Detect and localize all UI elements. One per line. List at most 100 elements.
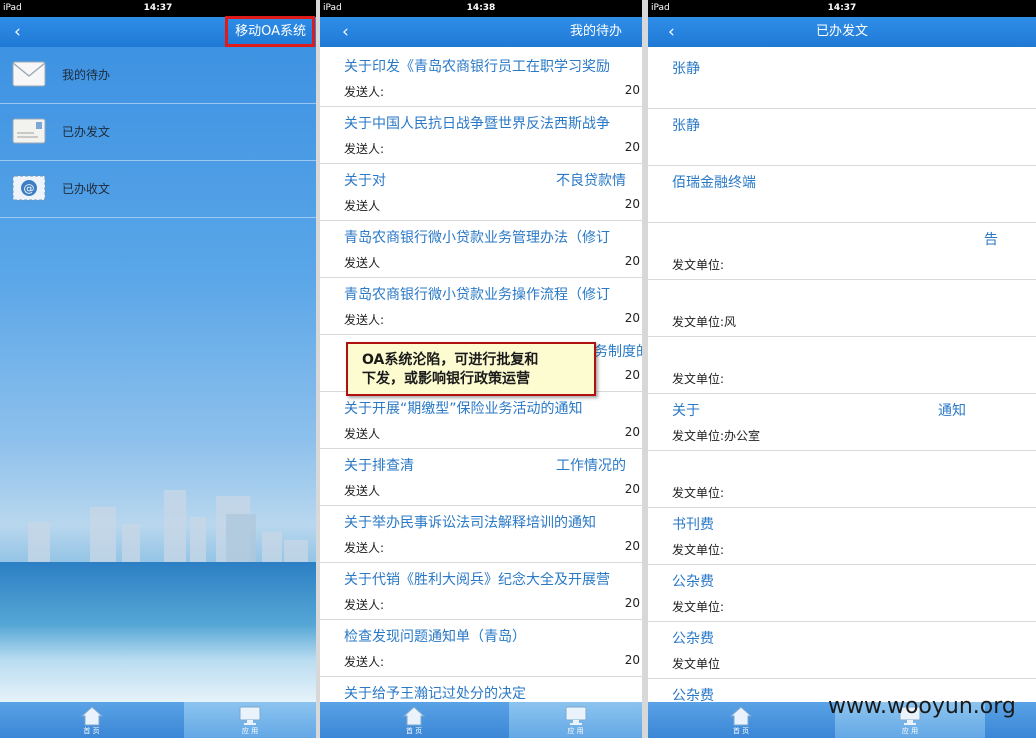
list-item[interactable]: 关于印发《青岛农商银行员工在职学习奖励 发送人: 20 — [320, 50, 642, 107]
menu-item-pending[interactable]: 我的待办 — [0, 47, 316, 104]
home-icon — [79, 705, 105, 727]
item-sender: 发送人: — [344, 541, 385, 555]
item-dept: 发文单位: — [672, 258, 725, 272]
chevron-left-icon[interactable]: ‹ — [342, 21, 349, 43]
callout-line: 下发，或影响银行政策运营 — [362, 371, 530, 387]
tab-label: 应 用 — [567, 727, 584, 735]
list-item[interactable]: 关于对 不良贷款情 发送人 20 — [320, 164, 642, 221]
city-skyline-image — [0, 472, 316, 562]
item-title: 检查发现问题通知单（青岛） — [344, 629, 526, 645]
item-title: 关于举办民事诉讼法司法解释培训的通知 — [344, 515, 596, 531]
nav-title: 我的待办 — [569, 24, 622, 39]
item-sender: 发送人 — [344, 256, 381, 270]
list-item[interactable]: 书刊费 发文单位: — [648, 508, 1036, 565]
tab-home[interactable]: 首 页 — [320, 702, 508, 738]
tab-apps[interactable]: 应 用 — [184, 702, 316, 738]
item-date: 20 — [624, 482, 640, 496]
item-title-tail: 务制度的 — [594, 344, 642, 360]
item-date: 20 — [624, 197, 640, 211]
list-item[interactable]: 青岛农商银行微小贷款业务管理办法（修订 发送人 20 — [320, 221, 642, 278]
item-title: 关于给予王瀚记过处分的决定 — [344, 686, 526, 702]
item-dept: 发文单位: — [672, 486, 725, 500]
status-bar: iPad 14:37 — [0, 0, 316, 17]
item-title: 佰瑞金融终端 — [672, 175, 756, 191]
watermark: www.wooyun.org — [828, 694, 1016, 719]
sent-docs-screen: iPad 14:37 ‹ 已办发文 张静 张静 佰瑞金融终端 告 发文单位: 发… — [648, 0, 1036, 738]
tab-bar: 首 页 应 用 — [0, 702, 316, 738]
list-item[interactable]: 张静 — [648, 109, 1036, 166]
at-mail-icon: @ — [12, 175, 46, 201]
item-title: 青岛农商银行微小贷款业务管理办法（修订 — [344, 230, 610, 246]
item-date: 20 — [624, 653, 640, 667]
menu-item-label: 已办发文 — [62, 125, 111, 139]
status-bar: iPad 14:37 — [648, 0, 1036, 17]
item-sender: 发送人: — [344, 598, 385, 612]
item-title: 公杂费 — [672, 574, 714, 590]
tab-label: 首 页 — [83, 727, 100, 735]
item-sender: 发送人: — [344, 313, 385, 327]
list-item[interactable]: 发文单位: — [648, 337, 1036, 394]
list-item[interactable]: 检查发现问题通知单（青岛） 发送人: 20 — [320, 620, 642, 677]
menu-item-label: 我的待办 — [62, 68, 111, 82]
list-item[interactable]: 关于中国人民抗日战争暨世界反法西斯战争 发送人: 20 — [320, 107, 642, 164]
item-sender: 发送人 — [344, 427, 381, 441]
item-title: 青岛农商银行微小贷款业务操作流程（修订 — [344, 287, 610, 303]
item-sender: 发送人: — [344, 85, 385, 99]
list-item[interactable]: 发文单位:风 — [648, 280, 1036, 337]
list-item[interactable]: 关于 通知 发文单位:办公室 — [648, 394, 1036, 451]
list-item[interactable]: 公杂费 发文单位: — [648, 565, 1036, 622]
item-sender: 发送人 — [344, 484, 381, 498]
tab-home[interactable]: 首 页 — [0, 702, 183, 738]
monitor-icon — [237, 705, 263, 727]
item-title-tail: 工作情况的 — [556, 458, 626, 474]
highlight-box — [225, 16, 315, 47]
item-date: 20 — [624, 425, 640, 439]
chevron-left-icon[interactable]: ‹ — [14, 21, 21, 43]
status-time: 14:38 — [466, 3, 496, 13]
item-title: 关于代销《胜利大阅兵》纪念大全及开展营 — [344, 572, 610, 588]
monitor-icon — [563, 705, 589, 727]
letter-icon — [12, 118, 46, 144]
list-item[interactable]: 关于排查清 工作情况的 发送人 20 — [320, 449, 642, 506]
item-date: 20 — [624, 83, 640, 97]
callout-line: OA系统沦陷，可进行批复和 — [362, 352, 539, 368]
nav-bar: ‹ 我的待办 — [320, 17, 642, 47]
list-item[interactable]: 告 发文单位: — [648, 223, 1036, 280]
status-time: 14:37 — [143, 3, 173, 13]
item-title: 关于开展“期缴型”保险业务活动的通知 — [344, 401, 583, 417]
item-date: 20 — [624, 140, 640, 154]
menu-item-received-docs[interactable]: @ 已办收文 — [0, 161, 316, 218]
item-dept: 发文单位: — [672, 543, 725, 557]
svg-text:@: @ — [24, 182, 35, 195]
item-sender: 发送人 — [344, 199, 381, 213]
annotation-callout: OA系统沦陷，可进行批复和 下发，或影响银行政策运营 — [346, 342, 596, 396]
list-item[interactable]: 关于开展“期缴型”保险业务活动的通知 发送人 20 — [320, 392, 642, 449]
list-item[interactable]: 关于代销《胜利大阅兵》纪念大全及开展营 发送人: 20 — [320, 563, 642, 620]
tab-label: 应 用 — [241, 727, 259, 735]
item-title: 书刊费 — [672, 517, 714, 533]
sea-image — [0, 562, 316, 702]
list-item[interactable]: 青岛农商银行微小贷款业务操作流程（修订 发送人: 20 — [320, 278, 642, 335]
nav-title: 已办发文 — [815, 24, 868, 39]
item-date: 20 — [624, 368, 640, 382]
tab-apps[interactable]: 应 用 — [509, 702, 642, 738]
list-item[interactable]: 张静 — [648, 52, 1036, 109]
status-time: 14:37 — [827, 3, 857, 13]
list-item[interactable]: 发文单位: — [648, 451, 1036, 508]
item-date: 20 — [624, 596, 640, 610]
item-dept: 发文单位:办公室 — [672, 429, 761, 443]
tab-bar: 首 页 应 用 — [320, 702, 642, 738]
item-title-tail: 告 — [984, 232, 998, 248]
item-title: 张静 — [672, 61, 700, 77]
tab-label: 首 页 — [732, 727, 750, 735]
home-icon — [728, 705, 754, 727]
item-date: 20 — [624, 311, 640, 325]
tab-home[interactable]: 首 页 — [648, 702, 834, 738]
list-item[interactable]: 关于举办民事诉讼法司法解释培训的通知 发送人: 20 — [320, 506, 642, 563]
menu-item-sent-docs[interactable]: 已办发文 — [0, 104, 316, 161]
list-item[interactable]: 佰瑞金融终端 — [648, 166, 1036, 223]
item-title: 张静 — [672, 118, 700, 134]
item-dept: 发文单位:风 — [672, 315, 737, 329]
item-date: 20 — [624, 254, 640, 268]
list-item[interactable]: 公杂费 发文单位 — [648, 622, 1036, 679]
